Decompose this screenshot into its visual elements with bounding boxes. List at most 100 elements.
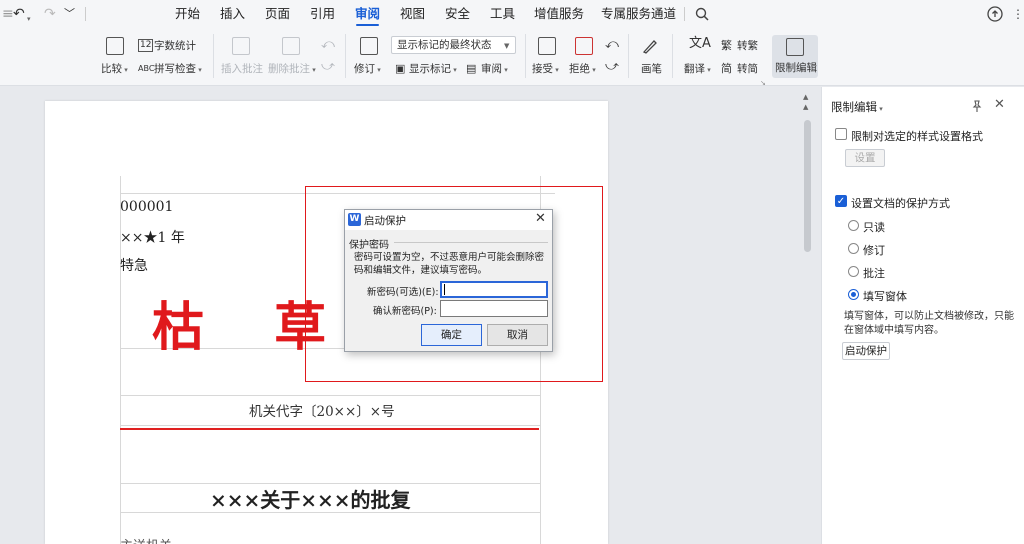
word-count-icon: 12 xyxy=(138,39,154,52)
tab-tools[interactable]: 工具 xyxy=(490,0,515,28)
translate-icon: 文A xyxy=(689,36,711,51)
next-change-icon[interactable]: ⤻ xyxy=(605,60,619,74)
tab-security[interactable]: 安全 xyxy=(445,0,470,28)
password-hint: 密码可设置为空，不过恶意用户可能会删除密码和编辑文件，建议填写密码。 xyxy=(354,252,545,276)
separator xyxy=(213,34,214,78)
grid-line xyxy=(120,395,540,396)
close-icon[interactable]: ✕ xyxy=(535,211,546,226)
previous-change-icon[interactable]: ⤺ xyxy=(605,38,619,52)
track-changes-icon xyxy=(360,37,378,55)
reject-icon xyxy=(575,37,593,55)
restrict-edit-panel: 限制编辑 ▾ ✕ 限制对选定的样式设置格式 设置 ✓ 设置文档的保护方式 只读 … xyxy=(821,87,1024,544)
pin-icon[interactable] xyxy=(971,100,983,112)
pen-button[interactable]: 画笔 xyxy=(641,62,662,76)
file-menu-icon[interactable]: ≡ xyxy=(2,5,14,23)
show-markup-button[interactable]: 显示标记 ▾ xyxy=(409,62,457,77)
search-icon[interactable] xyxy=(695,7,709,21)
tab-home[interactable]: 开始 xyxy=(175,0,200,28)
scrollbar-thumb[interactable] xyxy=(804,120,811,252)
undo-icon[interactable]: ↶ xyxy=(13,5,25,23)
previous-comment-icon[interactable]: ⤺ xyxy=(321,38,335,52)
secret-level: ××★1 年 xyxy=(120,230,185,246)
cloud-sync-icon[interactable] xyxy=(987,6,1003,22)
tab-page[interactable]: 页面 xyxy=(265,0,290,28)
section-divider xyxy=(394,242,548,243)
divider xyxy=(85,7,86,21)
document-code: 机关代字〔20××〕×号 xyxy=(249,404,395,420)
delete-comment-icon xyxy=(282,37,300,55)
wps-writer-icon: W xyxy=(348,213,361,226)
ok-button[interactable]: 确定 xyxy=(421,324,482,346)
close-icon[interactable]: ✕ xyxy=(994,97,1005,112)
track-changes-button[interactable]: 修订 ▾ xyxy=(354,62,381,77)
review-pane-button[interactable]: 审阅 ▾ xyxy=(481,62,508,77)
radio-fill-form-label: 填写窗体 xyxy=(863,290,907,303)
compare-icon xyxy=(106,37,124,55)
show-markup-icon: ▣ xyxy=(395,62,406,75)
format-restrict-checkbox[interactable] xyxy=(835,128,847,140)
radio-comment[interactable] xyxy=(848,266,859,277)
password-section-label: 保护密码 xyxy=(349,240,389,251)
delete-comment-button[interactable]: 删除批注 ▾ xyxy=(268,62,316,77)
accept-icon xyxy=(538,37,556,55)
confirm-password-label: 确认新密码(P): xyxy=(373,306,437,317)
divider xyxy=(684,7,685,21)
new-password-input[interactable] xyxy=(440,281,548,298)
tab-review[interactable]: 审阅 xyxy=(355,0,380,28)
tab-insert[interactable]: 插入 xyxy=(220,0,245,28)
tab-value-added[interactable]: 增值服务 xyxy=(534,0,584,28)
scroll-up-small-icon[interactable]: ▲ xyxy=(803,100,808,114)
recipient-label: 主送机关: xyxy=(120,535,176,544)
radio-revision-label: 修订 xyxy=(863,244,885,257)
protection-mode-label: 设置文档的保护方式 xyxy=(851,197,950,210)
more-icon[interactable]: ⋮ xyxy=(1012,5,1024,23)
spell-check-icon: ABC xyxy=(138,64,155,73)
red-separator-line xyxy=(120,428,539,430)
menu-bar: ≡ ↶ ▾ ↷ ﹀ 开始 插入 页面 引用 审阅 视图 安全 工具 增值服务 专… xyxy=(0,0,1024,28)
settings-button[interactable]: 设置 xyxy=(845,149,885,167)
review-pane-icon: ▤ xyxy=(466,62,477,75)
tab-view[interactable]: 视图 xyxy=(400,0,425,28)
markup-state-select[interactable]: 显示标记的最终状态 ▼ xyxy=(391,36,516,54)
confirm-password-input[interactable] xyxy=(440,300,548,317)
restrict-edit-icon xyxy=(786,38,804,56)
panel-title[interactable]: 限制编辑 ▾ xyxy=(831,99,883,115)
radio-fill-form[interactable] xyxy=(848,289,859,300)
radio-readonly-label: 只读 xyxy=(863,221,885,234)
translate-button[interactable]: 翻译 ▾ xyxy=(684,62,711,77)
document-subject: ×××关于×××的批复 xyxy=(210,488,411,512)
text-cursor xyxy=(444,284,445,295)
protection-description: 填写窗体，可以防止文档被修改，只能在窗体域中填写内容。 xyxy=(844,311,1014,336)
to-simplified-icon: 简 xyxy=(721,62,732,75)
redo-icon[interactable]: ↷ xyxy=(44,5,56,23)
protection-mode-checkbox[interactable]: ✓ xyxy=(835,195,847,207)
word-count-button[interactable]: 字数统计 xyxy=(154,39,196,53)
start-protection-dialog: W 启动保护 ✕ 保护密码 密码可设置为空，不过恶意用户可能会删除密码和编辑文件… xyxy=(344,209,553,352)
restrict-edit-button[interactable]: 限制编辑 xyxy=(772,35,818,78)
spell-check-button[interactable]: 拼写检查 ▾ xyxy=(154,62,202,77)
compare-button[interactable]: 比较 ▾ xyxy=(101,62,128,77)
pen-icon xyxy=(642,40,657,54)
to-traditional-icon: 繁 xyxy=(721,39,732,52)
document-number: 000001 xyxy=(120,199,174,215)
radio-readonly[interactable] xyxy=(848,220,859,231)
tab-exclusive-service[interactable]: 专属服务通道 xyxy=(601,0,676,28)
radio-revision[interactable] xyxy=(848,243,859,254)
insert-comment-button[interactable]: 插入批注 xyxy=(221,62,263,76)
reject-button[interactable]: 拒绝 ▾ xyxy=(569,62,596,77)
accept-button[interactable]: 接受 ▾ xyxy=(532,62,559,77)
tab-references[interactable]: 引用 xyxy=(310,0,335,28)
insert-comment-icon xyxy=(232,37,250,55)
separator xyxy=(345,34,346,78)
to-simplified-button[interactable]: 转简 xyxy=(737,62,758,76)
undo-dropdown-icon[interactable]: ▾ xyxy=(27,10,31,28)
separator xyxy=(672,34,673,78)
next-comment-icon[interactable]: ⤻ xyxy=(321,60,335,74)
to-traditional-button[interactable]: 转繁 xyxy=(737,39,758,53)
start-protection-button[interactable]: 启动保护 xyxy=(842,342,890,360)
new-password-label: 新密码(可选)(E): xyxy=(367,287,439,298)
cancel-button[interactable]: 取消 xyxy=(487,324,548,346)
chevron-down-icon[interactable]: ﹀ xyxy=(64,5,75,23)
separator xyxy=(525,34,526,78)
separator xyxy=(628,34,629,78)
